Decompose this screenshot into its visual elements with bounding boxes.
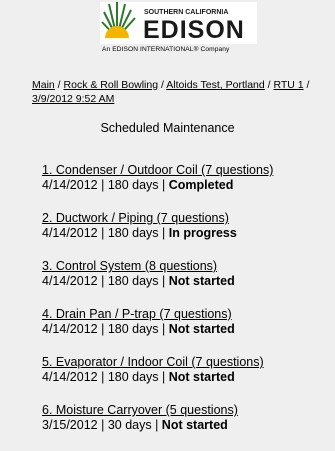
breadcrumb-separator: / [54,79,64,91]
task-link-ductwork[interactable]: 2. Ductwork / Piping (7 questions) [42,211,229,225]
breadcrumb-link-site[interactable]: Altoids Test, Portland [166,79,264,91]
maintenance-task-list: 1. Condenser / Outdoor Coil (7 questions… [42,163,332,451]
task-date: 4/14/2012 [42,226,98,240]
breadcrumb-link-unit[interactable]: RTU 1 [273,79,303,91]
task-interval: 30 days [107,418,152,432]
task-item: 3. Control System (8 questions) 4/14/201… [42,259,235,288]
svg-text:EDISON: EDISON [143,16,245,44]
task-date: 3/15/2012 [42,418,98,432]
page-title: Scheduled Maintenance [100,121,235,135]
task-date: 4/14/2012 [42,322,98,336]
task-date: 4/14/2012 [42,370,98,384]
task-status: Not started [168,274,235,288]
breadcrumb-separator: / [303,79,310,91]
breadcrumb-link-current[interactable]: 3/9/2012 9:52 AM [32,93,114,105]
breadcrumb-link-location[interactable]: Rock & Roll Bowling [64,79,159,91]
company-logo: SOUTHERN CALIFORNIA EDISON An EDISON INT… [100,2,257,58]
breadcrumb: Main / Rock & Roll Bowling / Altoids Tes… [32,78,332,106]
task-item: 4. Drain Pan / P-trap (7 questions) 4/14… [42,307,235,336]
task-link-condenser[interactable]: 1. Condenser / Outdoor Coil (7 questions… [42,163,273,177]
task-status: Not started [168,322,235,336]
task-link-drain-pan[interactable]: 4. Drain Pan / P-trap (7 questions) [42,307,232,321]
edison-logo-graphic: SOUTHERN CALIFORNIA EDISON [100,2,257,44]
task-item: 6. Moisture Carryover (5 questions) 3/15… [42,403,238,432]
task-item: 1. Condenser / Outdoor Coil (7 questions… [42,163,274,192]
task-link-moisture-carryover[interactable]: 6. Moisture Carryover (5 questions) [42,403,238,417]
task-status: Not started [161,418,228,432]
svg-text:SOUTHERN CALIFORNIA: SOUTHERN CALIFORNIA [144,9,228,16]
task-interval: 180 days [107,178,159,192]
task-date: 4/14/2012 [42,274,98,288]
task-status: In progress [168,226,237,240]
task-date: 4/14/2012 [42,178,98,192]
task-item: 2. Ductwork / Piping (7 questions) 4/14/… [42,211,237,240]
task-interval: 180 days [107,370,159,384]
task-interval: 180 days [107,226,159,240]
breadcrumb-link-main[interactable]: Main [32,79,55,91]
task-interval: 180 days [107,274,159,288]
task-item: 5. Evaporator / Indoor Coil (7 questions… [42,355,264,384]
task-status: Not started [168,370,235,384]
task-status: Completed [168,178,234,192]
logo-tagline: An EDISON INTERNATIONAL® Company [102,46,230,53]
task-link-control-system[interactable]: 3. Control System (8 questions) [42,259,217,273]
task-interval: 180 days [107,322,159,336]
task-link-evaporator[interactable]: 5. Evaporator / Indoor Coil (7 questions… [42,355,264,369]
